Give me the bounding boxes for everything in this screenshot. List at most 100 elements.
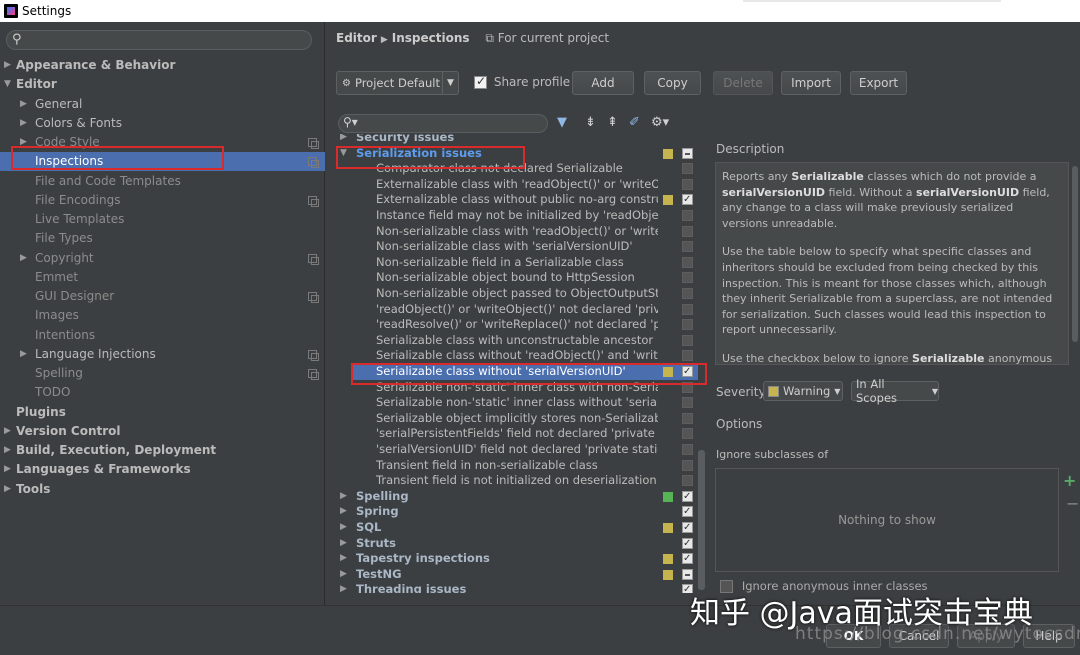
collapsed-arrow-icon[interactable]: ▶: [20, 114, 27, 133]
inspection-enabled-checkbox[interactable]: [682, 504, 693, 520]
import-button[interactable]: Import: [781, 71, 841, 95]
inspection-enabled-checkbox[interactable]: [682, 288, 693, 299]
inspection-row[interactable]: Transient field in non-serializable clas…: [336, 458, 698, 474]
inspection-enabled-checkbox[interactable]: [682, 319, 693, 331]
add-class-icon[interactable]: +: [1063, 471, 1076, 490]
inspection-group-row[interactable]: ▶ Threading issues: [336, 582, 698, 593]
inspection-enabled-checkbox[interactable]: [682, 397, 693, 409]
settings-tree-item[interactable]: ▶ Languages & Frameworks: [0, 460, 325, 479]
inspection-enabled-checkbox[interactable]: [682, 536, 693, 551]
inspection-enabled-checkbox[interactable]: [682, 147, 693, 159]
settings-tree-item[interactable]: ▼ Editor: [0, 75, 325, 94]
inspection-enabled-checkbox[interactable]: [682, 272, 693, 284]
inspection-row[interactable]: Serializable class with unconstructable …: [336, 333, 698, 349]
add-button[interactable]: Add: [572, 71, 634, 95]
settings-tree-item[interactable]: ▶ Version Control: [0, 422, 325, 441]
inspection-row[interactable]: Externalizable class without public no-a…: [336, 192, 698, 208]
settings-tree-item[interactable]: File and Code Templates: [0, 172, 325, 191]
inspection-enabled-checkbox[interactable]: [682, 568, 693, 580]
inspection-row[interactable]: Serializable non-'static' inner class wi…: [336, 395, 698, 411]
inspection-group-row[interactable]: ▶ SQL: [336, 520, 698, 536]
ignore-subclasses-table[interactable]: Nothing to show: [715, 468, 1059, 572]
delete-button[interactable]: Delete: [713, 71, 773, 95]
collapsed-arrow-icon[interactable]: ▶: [340, 489, 347, 505]
inspection-row[interactable]: Non-serializable object passed to Object…: [336, 286, 698, 302]
scope-dropdown[interactable]: In All Scopes ▼: [851, 377, 939, 405]
profile-dropdown[interactable]: ⚙ Project Default ▼: [336, 71, 459, 95]
collapsed-arrow-icon[interactable]: ▶: [340, 536, 347, 552]
inspection-enabled-checkbox[interactable]: [682, 256, 693, 268]
inspection-row[interactable]: Instance field may not be initialized by…: [336, 208, 698, 224]
settings-tree-item[interactable]: ▶ General: [0, 95, 325, 114]
collapsed-arrow-icon[interactable]: ▶: [20, 345, 27, 364]
inspection-enabled-checkbox[interactable]: [682, 412, 693, 424]
inspection-enabled-checkbox[interactable]: [682, 475, 693, 487]
settings-tree-item[interactable]: GUI Designer: [0, 287, 325, 306]
scrollbar-thumb[interactable]: [1072, 166, 1078, 342]
settings-tree-item[interactable]: ▶ Tools: [0, 480, 325, 499]
inspection-enabled-checkbox[interactable]: [682, 303, 693, 315]
export-button[interactable]: Export: [850, 71, 907, 95]
expand-all-icon[interactable]: ⇟: [585, 115, 596, 130]
inspection-row[interactable]: Serializable object implicitly stores no…: [336, 411, 698, 427]
inspection-enabled-checkbox[interactable]: [682, 520, 693, 536]
inspection-group-row[interactable]: ▶ Security issues: [336, 134, 698, 146]
inspection-row[interactable]: Externalizable class with 'readObject()'…: [336, 177, 698, 193]
settings-tree-item[interactable]: Images: [0, 306, 325, 325]
settings-tree-item[interactable]: Emmet: [0, 268, 325, 287]
share-profile-checkbox[interactable]: Share profile: [474, 74, 570, 89]
collapsed-arrow-icon[interactable]: ▶: [340, 567, 347, 583]
severity-dropdown[interactable]: Warning ▼: [763, 381, 843, 401]
remove-class-icon[interactable]: −: [1066, 494, 1079, 513]
settings-tree-item[interactable]: Plugins: [0, 403, 325, 422]
inspection-row[interactable]: 'serialVersionUID' field not declared 'p…: [336, 442, 698, 458]
collapsed-arrow-icon[interactable]: ▶: [4, 480, 11, 499]
inspection-enabled-checkbox[interactable]: [682, 428, 693, 440]
collapsed-arrow-icon[interactable]: ▶: [340, 551, 347, 567]
settings-tree-item[interactable]: Live Templates: [0, 210, 325, 229]
collapse-all-icon[interactable]: ⇞: [607, 115, 618, 130]
inspection-group-row[interactable]: ▶ TestNG: [336, 567, 698, 583]
inspection-group-row[interactable]: ▶ Spring: [336, 504, 698, 520]
settings-tree-item[interactable]: ▶ Language Injections: [0, 345, 325, 364]
settings-tree-item[interactable]: TODO: [0, 383, 325, 402]
scrollbar-thumb[interactable]: [698, 450, 705, 590]
collapsed-arrow-icon[interactable]: ▶: [4, 441, 11, 460]
inspection-row[interactable]: Non-serializable object bound to HttpSes…: [336, 270, 698, 286]
inspection-enabled-checkbox[interactable]: [682, 489, 693, 504]
inspection-enabled-checkbox[interactable]: [682, 551, 693, 567]
settings-search-input[interactable]: ⚲: [6, 30, 312, 50]
breadcrumb-editor[interactable]: Editor: [336, 31, 377, 45]
settings-tree-item[interactable]: Intentions: [0, 326, 325, 345]
inspection-enabled-checkbox[interactable]: [682, 459, 693, 471]
collapsed-arrow-icon[interactable]: ▶: [20, 249, 27, 268]
inspection-group-row[interactable]: ▶ Tapestry inspections: [336, 551, 698, 567]
expanded-arrow-icon[interactable]: ▼: [4, 75, 11, 94]
inspection-enabled-checkbox[interactable]: [682, 192, 693, 208]
description-scrollbar[interactable]: [1071, 162, 1079, 365]
inspection-enabled-checkbox[interactable]: [682, 163, 693, 175]
inspection-row[interactable]: Serializable class without 'readObject()…: [336, 348, 698, 364]
inspection-row[interactable]: Non-serializable class with 'readObject(…: [336, 224, 698, 240]
settings-tree-item[interactable]: ▶ Appearance & Behavior: [0, 56, 325, 75]
inspection-enabled-checkbox[interactable]: [682, 350, 693, 362]
settings-tree-item[interactable]: ▶ Copyright: [0, 249, 325, 268]
settings-tree-item[interactable]: ▶ Colors & Fonts: [0, 114, 325, 133]
collapsed-arrow-icon[interactable]: ▶: [340, 134, 347, 146]
inspection-enabled-checkbox[interactable]: [682, 210, 693, 221]
inspection-enabled-checkbox[interactable]: [682, 225, 693, 237]
collapsed-arrow-icon[interactable]: ▶: [340, 582, 347, 593]
collapsed-arrow-icon[interactable]: ▶: [4, 422, 11, 441]
settings-tree-item[interactable]: ▶ Build, Execution, Deployment: [0, 441, 325, 460]
copy-button[interactable]: Copy: [644, 71, 701, 95]
inspection-row[interactable]: Transient field is not initialized on de…: [336, 473, 698, 489]
inspection-enabled-checkbox[interactable]: [682, 241, 693, 253]
inspection-enabled-checkbox[interactable]: [682, 334, 693, 346]
inspection-row[interactable]: 'readObject()' or 'writeObject()' not de…: [336, 302, 698, 318]
inspection-enabled-checkbox[interactable]: [682, 178, 693, 190]
settings-tree-item[interactable]: Spelling: [0, 364, 325, 383]
inspection-group-row[interactable]: ▶ Struts: [336, 536, 698, 552]
collapsed-arrow-icon[interactable]: ▶: [4, 460, 11, 479]
inspection-row[interactable]: Non-serializable field in a Serializable…: [336, 255, 698, 271]
filter-icon[interactable]: ▼: [557, 115, 567, 130]
